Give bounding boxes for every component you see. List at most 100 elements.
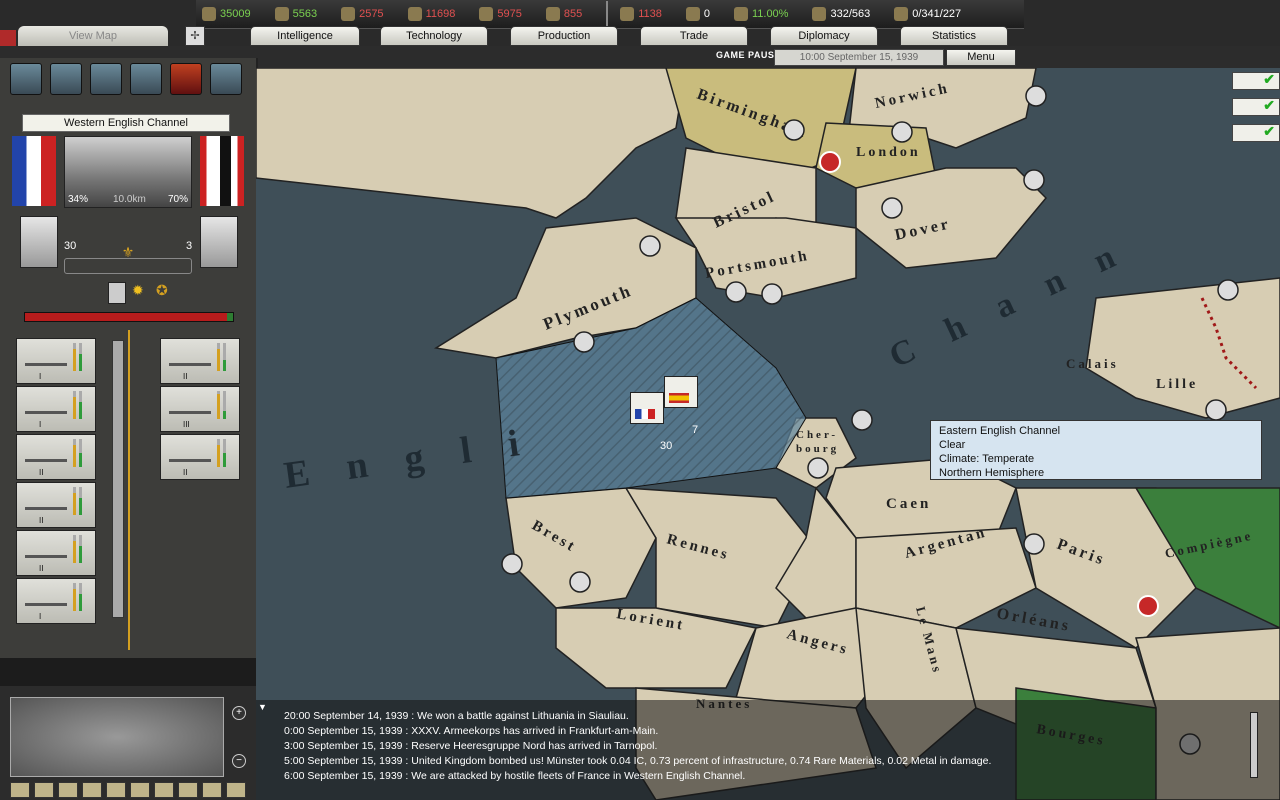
zoom-out-icon[interactable]: −: [232, 754, 246, 768]
spain-flag-icon: [669, 393, 689, 403]
tab-view-map[interactable]: View Map: [18, 26, 168, 46]
tab-intelligence[interactable]: Intelligence: [250, 26, 360, 46]
french-fleet-count: 30: [660, 440, 673, 452]
resource-supplies[interactable]: 5975: [473, 7, 522, 21]
air-toggle-button[interactable]: ✔: [1232, 97, 1280, 116]
tab-diplomacy[interactable]: Diplomacy: [770, 26, 878, 46]
province-tooltip: Eastern English Channel Clear Climate: T…: [930, 420, 1262, 480]
resource-metal[interactable]: 5563: [269, 7, 317, 21]
fleet-unit[interactable]: II: [16, 434, 96, 480]
mapmode-region-icon[interactable]: [226, 782, 246, 798]
fleet-unit[interactable]: I: [16, 338, 96, 384]
resource-oil[interactable]: 11698: [402, 7, 455, 21]
france-flag-icon: [12, 136, 56, 206]
log-scrollbar[interactable]: [1250, 712, 1258, 778]
svg-text:Lille: Lille: [1156, 377, 1198, 392]
tooltip-line: Climate: Temperate: [939, 453, 1035, 465]
panel-divider: [128, 330, 130, 650]
airbase-icon: [783, 119, 805, 141]
fleet-unit[interactable]: I: [16, 386, 96, 432]
fleet-unit[interactable]: II: [160, 434, 240, 480]
spanish-fleet-counter[interactable]: [664, 376, 698, 408]
nation-color-strip: [0, 30, 16, 46]
airbase-icon: [569, 571, 591, 593]
army-mode-icon[interactable]: [50, 63, 82, 95]
port-icon: [1025, 85, 1047, 107]
unit-stat-bar: [73, 391, 76, 419]
resource-manpower[interactable]: 1138: [614, 7, 662, 21]
unit-level: III: [183, 420, 190, 429]
defender-admiral-portrait: [200, 216, 238, 268]
mapmode-terrain-icon[interactable]: [10, 782, 30, 798]
air-toggle-button[interactable]: ✔: [1232, 71, 1280, 90]
tab-statistics[interactable]: Statistics: [900, 26, 1008, 46]
fleet-unit[interactable]: I: [16, 578, 96, 624]
airbase-icon: [639, 235, 661, 257]
mapmode-infrastructure-icon[interactable]: [178, 782, 198, 798]
mapmode-diplomatic-icon[interactable]: [130, 782, 150, 798]
log-line: 5:00 September 15, 1939 : United Kingdom…: [284, 755, 992, 767]
dissent-icon: [733, 7, 748, 21]
log-collapse-icon[interactable]: ▼: [258, 702, 267, 712]
land-mode-icon[interactable]: [10, 63, 42, 95]
resource-dissent[interactable]: 11.00%: [728, 7, 788, 21]
tab-production[interactable]: Production: [510, 26, 618, 46]
log-line: 20:00 September 14, 1939 : We won a batt…: [284, 710, 629, 722]
airbase-icon: [725, 281, 747, 303]
nuclear-icon: [685, 7, 700, 21]
expand-icon[interactable]: ✢: [185, 26, 205, 46]
unit-stat-bar: [217, 439, 220, 467]
resource-value: 5563: [292, 8, 318, 20]
resource-value: 0: [703, 8, 710, 20]
resource-escort[interactable]: 0/341/227: [888, 7, 961, 21]
rare-materials-icon: [341, 7, 356, 21]
manpower-icon: [620, 7, 635, 21]
fleet-unit[interactable]: III: [160, 386, 240, 432]
svg-text:Orléans: Orléans: [995, 605, 1072, 635]
transport-mode-icon[interactable]: [210, 63, 242, 95]
menu-button[interactable]: Menu: [946, 49, 1016, 66]
resource-rare-materials[interactable]: 2575: [335, 7, 384, 21]
tooltip-line: Northern Hemisphere: [939, 467, 1045, 479]
minimap[interactable]: [10, 697, 224, 777]
unit-stat-bar: [217, 391, 220, 419]
ship-icon: [25, 593, 67, 606]
mapmode-partisan-icon[interactable]: [154, 782, 174, 798]
tooltip-line: Eastern English Channel: [939, 425, 1061, 437]
navy-mode-icon[interactable]: [130, 63, 162, 95]
svg-text:London: London: [856, 145, 921, 160]
event-log: 20:00 September 14, 1939 : We won a batt…: [256, 700, 1280, 800]
mapmode-political-icon[interactable]: [34, 782, 54, 798]
mapmode-supply-icon[interactable]: [58, 782, 78, 798]
resource-energy[interactable]: 35009: [196, 7, 251, 21]
zoom-in-icon[interactable]: +: [232, 706, 246, 720]
resource-money[interactable]: 855: [540, 7, 582, 21]
unit-stat-bar: [79, 535, 82, 563]
port-icon: [1217, 279, 1239, 301]
svg-text:E n g l i: E n g l i: [281, 420, 535, 496]
resource-transport[interactable]: 332/563: [806, 7, 870, 21]
french-fleet-counter[interactable]: [630, 392, 664, 424]
leader-icon[interactable]: [108, 282, 126, 304]
mapmode-industry-icon[interactable]: [202, 782, 222, 798]
ship-icon: [25, 449, 67, 462]
defender-skill: 3: [186, 240, 193, 252]
airbase-icon: [881, 197, 903, 219]
resource-nuclear[interactable]: 0: [680, 7, 710, 21]
fleet-unit[interactable]: II: [16, 482, 96, 528]
tab-technology[interactable]: Technology: [380, 26, 488, 46]
airbase-icon: [1023, 533, 1045, 555]
fleet-list-scrollbar[interactable]: [112, 340, 124, 618]
check-icon: ✔: [1263, 123, 1275, 139]
mapmode-weather-icon[interactable]: [106, 782, 126, 798]
resource-value: 0/341/227: [912, 8, 962, 20]
fleet-unit[interactable]: II: [16, 530, 96, 576]
air-mode-icon[interactable]: [90, 63, 122, 95]
battle-mode-icon[interactable]: [170, 63, 202, 95]
province-wales: [256, 68, 687, 219]
transport-icon: [812, 7, 827, 21]
fleet-unit[interactable]: II: [160, 338, 240, 384]
tab-trade[interactable]: Trade: [640, 26, 748, 46]
land-toggle-button[interactable]: ✔: [1232, 123, 1280, 142]
mapmode-resource-icon[interactable]: [82, 782, 102, 798]
